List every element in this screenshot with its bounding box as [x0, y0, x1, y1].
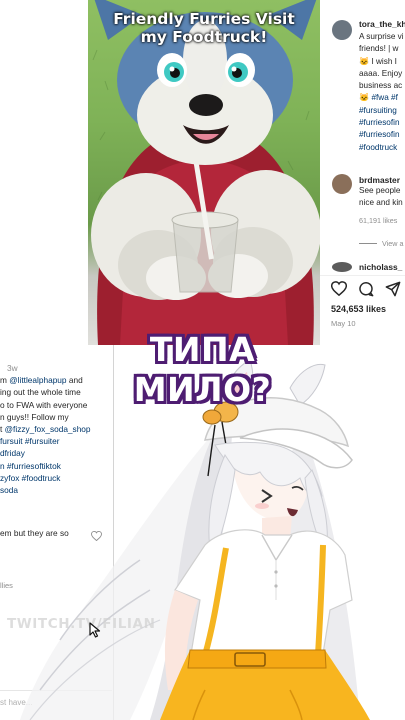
- meme-caption: ТИПА МИЛО?: [133, 330, 272, 409]
- cursor-icon: [89, 622, 101, 638]
- watermark: TWITCH.TV/FILIAN: [7, 616, 156, 632]
